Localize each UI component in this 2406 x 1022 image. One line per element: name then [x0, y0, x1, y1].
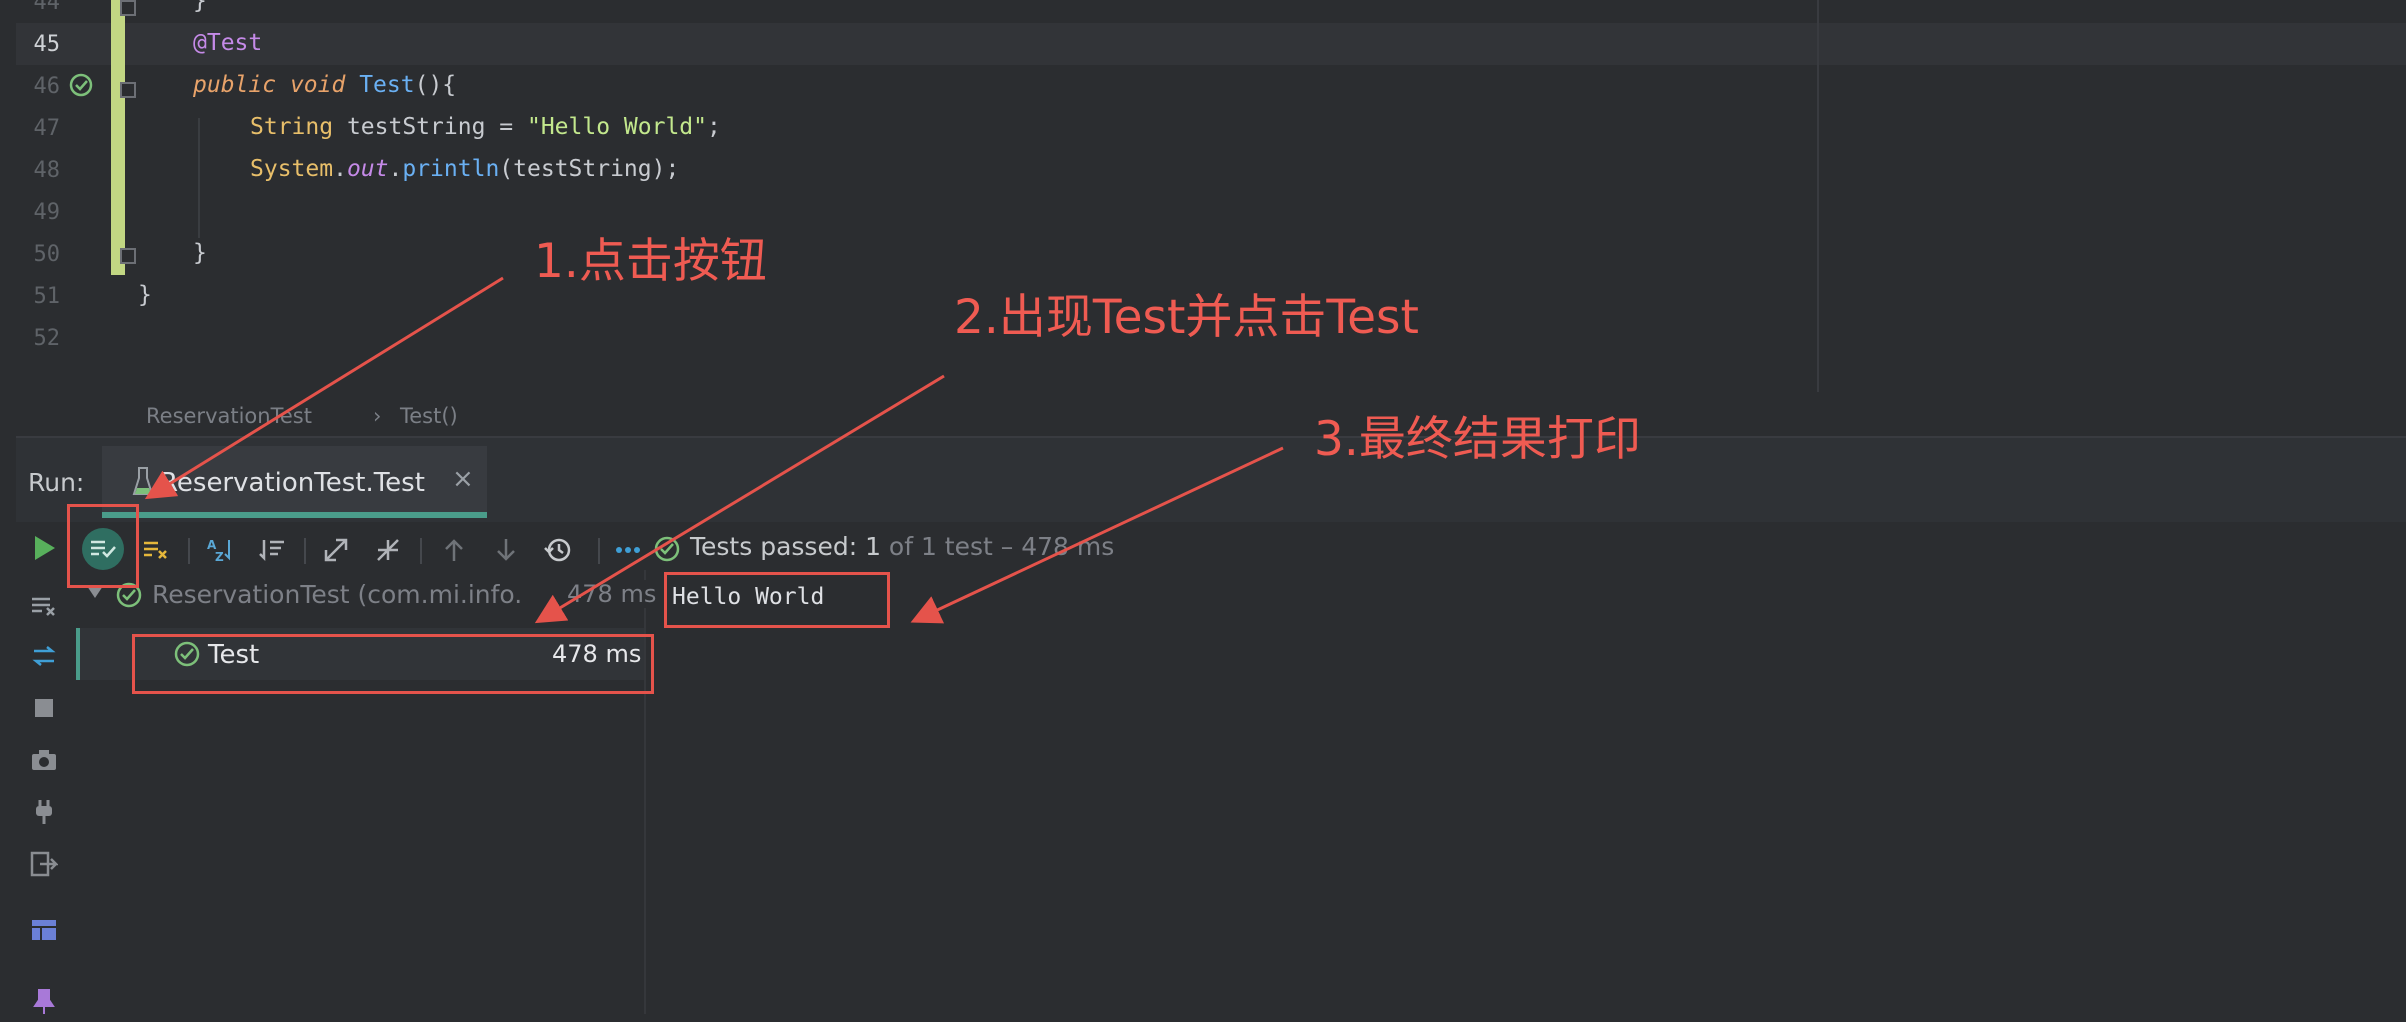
annotation-note-1: 1.点击按钮 [534, 234, 767, 289]
annotation-note-2: 2.出现Test并点击Test [954, 290, 1419, 345]
annotation-arrows [144, 276, 1284, 624]
annotation-note-3: 3.最终结果打印 [1314, 412, 1641, 467]
